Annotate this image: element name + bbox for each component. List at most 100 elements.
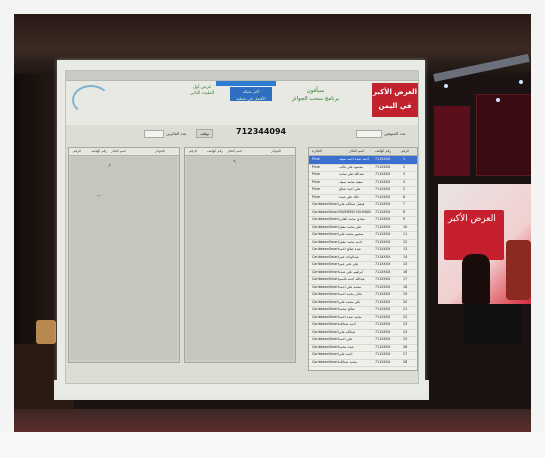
cell-phone: 711XXXX (375, 329, 391, 334)
count-field[interactable] (356, 130, 382, 138)
cell-phone: 711XXXX (375, 314, 391, 319)
panel-body[interactable]: ↖ (187, 157, 293, 360)
cell-number: 21 (403, 307, 408, 311)
cell-number: 28 (403, 359, 408, 364)
cell-number: 1 (403, 157, 406, 161)
cell-number: 13 (403, 247, 408, 251)
cell-prize: CaribbeanSmart (312, 299, 339, 304)
cell-number: 14 (403, 254, 408, 259)
cell-phone: 711XXXX (375, 172, 391, 176)
col-header: الرقم (189, 149, 197, 153)
cell-name: خالد علي عبده (339, 194, 360, 199)
cell-number: 3 (403, 172, 406, 176)
app-window: عرض أول المليث الثاني أكثر شبكة الأفضل ف… (65, 70, 419, 384)
cell-prize: Prize (312, 164, 320, 169)
cell-phone: 711XXXX (375, 224, 391, 229)
winners-panel-left: الرقم رقم الهاتف اسم الفائز الجوائز ↗ ⌐ (68, 147, 180, 363)
cell-number: 24 (403, 329, 408, 334)
cell-phone: 711XXXX (375, 209, 391, 214)
winners-field[interactable] (144, 130, 164, 138)
col-header: الجوائز (271, 149, 281, 153)
stage-light (519, 80, 523, 84)
cell-name: محمود علي غالب (339, 164, 363, 169)
current-number-display: 712344094 (236, 127, 287, 136)
cell-name: احمد عبدالله (339, 322, 357, 326)
cell-prize: CaribbeanSmart (312, 262, 339, 266)
cell-phone: 711XXXX (375, 292, 391, 296)
cell-prize: CaribbeanSmart (312, 224, 339, 229)
cell-prize: CaribbeanSmart (312, 284, 339, 289)
cell-prize: CaribbeanSmart (312, 202, 339, 206)
projection-screen: عرض أول المليث الثاني أكثر شبكة الأفضل ف… (57, 60, 425, 396)
cursor-icon: ↖ (233, 159, 238, 165)
col-header: الجوائز (155, 149, 165, 153)
cell-name: سعيد محمد سيف (339, 179, 363, 184)
cell-phone: 711XXXX (375, 352, 391, 356)
cell-number: 27 (403, 352, 408, 356)
cell-prize: Prize (312, 179, 320, 184)
cell-number: 10 (403, 224, 408, 229)
cell-prize: CaribbeanSmart (312, 232, 339, 236)
musician (462, 254, 490, 304)
participants-list: الجائزة اسم الفائز رقم الهاتف الرقم Priz… (308, 147, 418, 371)
cell-number: 7 (403, 202, 406, 206)
network-badge: أكثر شبكة الأفضل في تغطية (230, 87, 272, 101)
company-logo-icon (72, 85, 110, 115)
panel-header: الرقم رقم الهاتف اسم الفائز الجوائز (69, 148, 179, 156)
cell-phone: 711XXXX (375, 337, 391, 341)
cell-name: علي علي عمر (339, 262, 359, 266)
panel-body[interactable]: ↗ ⌐ (71, 157, 177, 360)
cell-name: مجدي محمد الغابي (339, 217, 366, 221)
cell-phone: 711XXXX (375, 322, 391, 326)
cell-name: علي محمد علي (339, 299, 361, 304)
cell-prize: Prize (312, 157, 320, 161)
cell-name: منصور محمد علي (339, 232, 364, 236)
cell-number: 22 (403, 314, 408, 319)
cell-prize: CaribbeanSmart (312, 239, 339, 244)
cell-name: احمد محمد مقبل (339, 239, 363, 244)
cell-name: محمد علي احمد (339, 284, 362, 289)
banner-text: العرض الأكبر (448, 214, 496, 224)
cell-prize: CaribbeanSmart (312, 322, 339, 326)
billboard-right (476, 94, 531, 176)
col-header: اسم الفائز (227, 149, 243, 153)
cell-name: علي احمد صالح (339, 187, 361, 191)
cell-prize: CaribbeanSmart (312, 269, 339, 274)
marker-icon: ⌐ (97, 193, 102, 199)
cell-number: 16 (403, 269, 408, 274)
cell-phone: 711XXXX (375, 157, 391, 161)
col-header: اسم الفائز (111, 149, 127, 153)
cell-name: عادل محمد احمد (339, 292, 363, 296)
cell-name: فيصل عبدالله علي (339, 202, 365, 206)
cell-number: 8 (403, 209, 406, 214)
cursor-icon: ↗ (107, 163, 112, 169)
cell-prize: CaribbeanSmart (312, 344, 339, 349)
app-title-line1: سبأفون (306, 88, 325, 94)
cell-phone: 711XXXX (375, 202, 391, 206)
stop-button[interactable]: توقف (196, 129, 214, 138)
cell-prize: CaribbeanSmart (312, 277, 339, 281)
col-header: الرقم (73, 149, 81, 153)
cell-name: ابراهيم علي عبده (339, 269, 363, 274)
table-row[interactable]: CaribbeanSmart محمد عبدالله 711XXXX 28 (309, 359, 417, 367)
list-header: الجائزة اسم الفائز رقم الهاتف الرقم (309, 148, 417, 156)
cell-prize: CaribbeanSmart (312, 337, 339, 341)
brand-line2: في اليمن (378, 102, 412, 110)
cell-number: 23 (403, 322, 408, 326)
cell-prize: CaribbeanSmart (312, 247, 339, 251)
cell-prize: CaribbeanSmart (312, 352, 339, 356)
cell-phone: 711XXXX (375, 359, 391, 364)
cell-phone: 711XXXX (375, 277, 391, 281)
badge-line2: الأفضل في تغطية (236, 96, 266, 101)
cell-number: 15 (403, 262, 408, 266)
cell-name: محمد عبده احمد (339, 314, 362, 319)
cell-phone: 711XXXX (375, 262, 391, 266)
cell-prize: CaribbeanSmart (312, 209, 339, 214)
col-header-name: اسم الفائز (349, 149, 365, 153)
cell-prize: CaribbeanSmart (312, 292, 339, 296)
cell-name: علي محمد مقبل (339, 224, 362, 229)
app-title: سبأفون برنامج سحب الجوائز (292, 87, 339, 103)
cell-number: 4 (403, 179, 406, 184)
cell-number: 25 (403, 337, 408, 341)
panel-header: الرقم رقم الهاتف اسم الفائز الجوائز (185, 148, 295, 156)
